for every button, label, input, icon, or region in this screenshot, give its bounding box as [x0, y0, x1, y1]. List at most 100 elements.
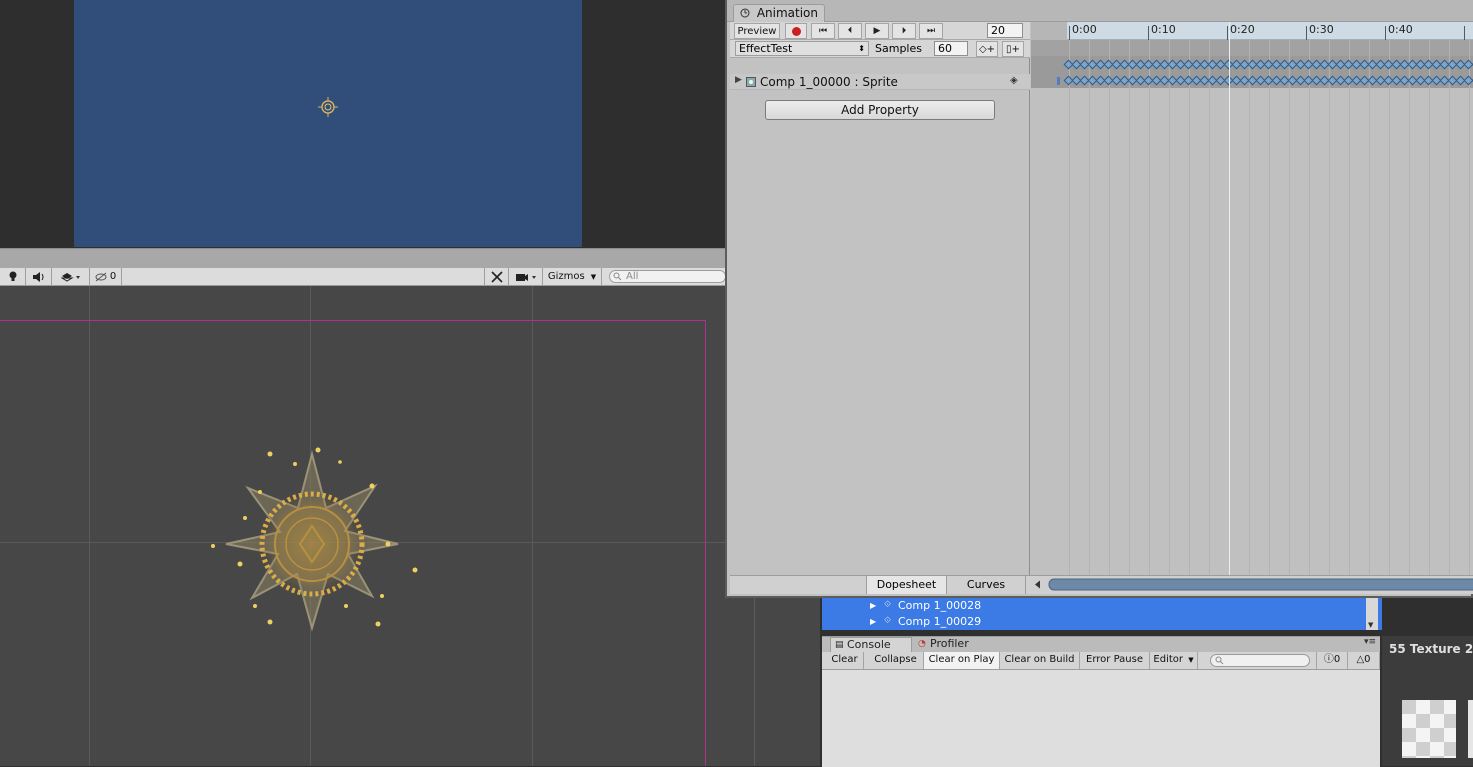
tools-button[interactable] — [484, 268, 509, 285]
clear-button[interactable]: Clear — [826, 652, 864, 669]
expand-arrow-icon[interactable]: ▶ — [735, 75, 742, 85]
speaker-icon — [32, 271, 43, 282]
playback-controls: Preview ⏮ ⏴ ▶ ⏵ ⏭ 20 — [730, 22, 1030, 40]
keyframe-diamond-icon[interactable]: ◈ — [1010, 75, 1018, 86]
hidden-objects-toggle[interactable]: 0 — [90, 268, 122, 285]
profiler-icon: ◔ — [918, 639, 926, 649]
profiler-tab-label: Profiler — [930, 637, 969, 650]
dropdown-arrow-icon: ▼ — [1188, 656, 1194, 664]
add-property-button[interactable]: Add Property — [765, 100, 995, 120]
gameobject-icon: ⟐ — [884, 616, 892, 626]
clip-controls: EffectTest ⬍ Samples 60 ◇+ ▯+ — [730, 40, 1030, 58]
timeline-gridline — [1189, 40, 1190, 575]
error-pause-button[interactable]: Error Pause — [1080, 652, 1150, 669]
scene-search-input[interactable]: All — [609, 270, 726, 283]
animation-window: Animation Preview ⏮ ⏴ ▶ ⏵ ⏭ 20 EffectTes… — [725, 0, 1473, 598]
error-count-toggle[interactable]: ⓘ0 — [1316, 652, 1348, 669]
first-keyframe-button[interactable]: ⏮ — [811, 23, 835, 39]
timeline-gridline — [1089, 40, 1090, 575]
tab-curves[interactable]: Curves — [946, 576, 1026, 594]
add-keyframe-button[interactable]: ◇+ — [976, 41, 998, 57]
timeline-gridline — [1349, 40, 1350, 575]
gizmos-label: Gizmos — [547, 271, 585, 282]
expand-arrow-icon[interactable]: ▶ — [870, 614, 876, 629]
timeline-gridline — [1409, 40, 1410, 575]
scene-toolbar: 0 Gizmos ▼ All — [0, 268, 726, 286]
hidden-count: 0 — [109, 271, 117, 282]
hierarchy-item[interactable]: ▶ ⟐ Comp 1_00029 — [822, 614, 1366, 630]
play-icon: ▶ — [873, 26, 881, 36]
lighting-toggle[interactable] — [0, 268, 26, 285]
timeline-gridline — [1269, 40, 1270, 575]
effect-sprite[interactable] — [200, 446, 425, 636]
search-icon — [1215, 656, 1224, 665]
collapse-button[interactable]: Collapse — [868, 652, 924, 669]
previous-frame-button[interactable]: ⏴ — [838, 23, 862, 39]
record-button[interactable] — [785, 23, 807, 39]
time-ruler[interactable]: 0:00 0:10 0:20 0:30 0:40 — [1031, 22, 1473, 40]
texture-preview — [1402, 700, 1456, 758]
console-icon: ▤ — [835, 640, 844, 650]
property-row[interactable]: ▶ Comp 1_00000 : Sprite ◈ — [730, 74, 1030, 90]
clear-on-play-button[interactable]: Clear on Play — [924, 652, 1000, 669]
ruler-label-1: 0:10 — [1151, 23, 1176, 36]
hierarchy-item[interactable]: ▶ ⟐ Comp 1_00028 — [822, 598, 1366, 614]
samples-input[interactable]: 60 — [934, 41, 968, 56]
eye-slash-icon — [95, 272, 107, 281]
play-button[interactable]: ▶ — [865, 23, 889, 39]
warning-icon: △ — [1356, 654, 1365, 665]
dopesheet-timeline[interactable]: 0:00 0:10 0:20 0:30 0:40 — [1031, 22, 1473, 575]
animation-property-panel: Preview ⏮ ⏴ ▶ ⏵ ⏭ 20 EffectTest ⬍ Sample… — [730, 22, 1030, 578]
updown-arrow-icon: ⬍ — [858, 44, 865, 53]
effects-dropdown[interactable] — [52, 268, 90, 285]
playhead[interactable] — [1229, 22, 1230, 575]
clip-dropdown[interactable]: EffectTest ⬍ — [735, 41, 869, 56]
timeline-gridline — [1309, 40, 1310, 575]
editor-dropdown[interactable]: Editor ▼ — [1150, 652, 1198, 669]
tab-profiler[interactable]: ◔ Profiler — [914, 637, 994, 652]
camera-dropdown[interactable] — [509, 268, 543, 285]
tab-dopesheet[interactable]: Dopesheet — [866, 576, 946, 594]
property-label: Comp 1_00000 : Sprite — [760, 75, 898, 89]
last-keyframe-button[interactable]: ⏭ — [919, 23, 943, 39]
editor-label: Editor — [1153, 654, 1184, 665]
sprite-keyframe-row[interactable] — [1031, 74, 1473, 88]
frame-input[interactable]: 20 — [987, 23, 1023, 38]
ruler-label-0: 0:00 — [1072, 23, 1097, 36]
warning-count-toggle[interactable]: △0 — [1348, 652, 1380, 669]
audio-toggle[interactable] — [26, 268, 52, 285]
tab-animation[interactable]: Animation — [733, 4, 825, 22]
timeline-gridline — [1389, 40, 1390, 575]
ruler-label-4: 0:40 — [1388, 23, 1413, 36]
animation-tab-label: Animation — [756, 6, 819, 20]
timeline-gridline — [1209, 40, 1210, 575]
panel-menu-icon[interactable]: ▾≡ — [1364, 637, 1376, 647]
summary-row-bg — [1031, 40, 1473, 56]
console-search-input[interactable] — [1210, 654, 1310, 667]
summary-keyframe-row[interactable] — [1031, 58, 1473, 72]
panel-splitter[interactable] — [0, 248, 726, 268]
clear-on-build-button[interactable]: Clear on Build — [1000, 652, 1080, 669]
scroll-down-icon[interactable]: ▼ — [1368, 621, 1373, 629]
expand-arrow-icon[interactable]: ▶ — [870, 598, 876, 613]
timeline-gridline — [1249, 40, 1250, 575]
add-event-button[interactable]: ▯+ — [1002, 41, 1024, 57]
scene-view[interactable] — [0, 286, 820, 766]
timeline-gridline — [1149, 40, 1150, 575]
tab-console[interactable]: ▤ Console — [830, 637, 912, 652]
ruler-label-2: 0:20 — [1230, 23, 1255, 36]
timeline-gridline — [1429, 40, 1430, 575]
lightbulb-icon — [9, 271, 16, 281]
hierarchy-item-label: Comp 1_00029 — [898, 615, 982, 628]
error-count: 0 — [1333, 654, 1341, 665]
inspector-panel: 55 Texture 2D — [1382, 636, 1473, 766]
timeline-scrollbar[interactable] — [1031, 577, 1473, 592]
console-log-area[interactable] — [822, 671, 1380, 767]
hierarchy-scrollbar[interactable]: ▼ — [1366, 598, 1378, 630]
timeline-gridline — [1469, 40, 1470, 575]
ruler-tick — [1385, 26, 1386, 40]
skip-end-icon: ⏭ — [926, 26, 936, 36]
preview-button[interactable]: Preview — [734, 23, 780, 39]
next-frame-button[interactable]: ⏵ — [892, 23, 916, 39]
gizmos-dropdown[interactable]: Gizmos ▼ — [543, 268, 602, 285]
